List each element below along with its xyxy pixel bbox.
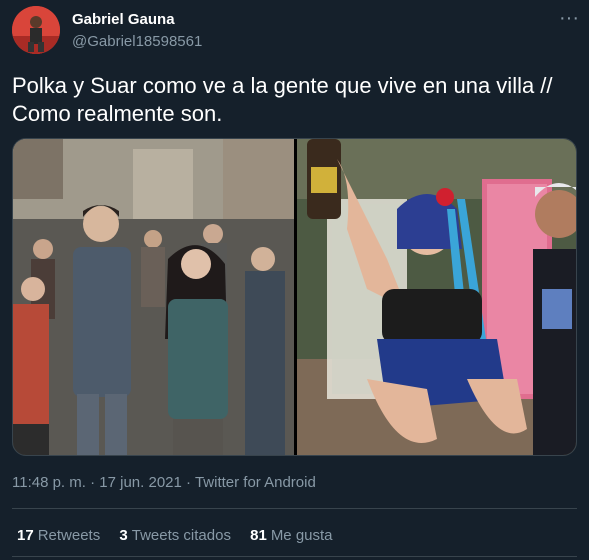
retweets-count: 17 (17, 527, 34, 544)
group-of-people-photo (13, 139, 294, 455)
tweet-text: Polka y Suar como ve a la gente que vive… (12, 73, 553, 126)
media-photo-left[interactable] (13, 139, 294, 455)
tweet-date[interactable]: 17 jun. 2021 (99, 474, 182, 491)
more-options-icon[interactable]: ··· (555, 8, 583, 32)
media-photo-right[interactable] (297, 139, 576, 455)
meta-separator: · (90, 474, 96, 491)
tweet-time[interactable]: 11:48 p. m. (12, 474, 86, 491)
woman-with-bottle-photo (297, 139, 576, 455)
tweet-source[interactable]: Twitter for Android (195, 474, 316, 491)
quotes-stat[interactable]: 3 Tweets citados (119, 527, 231, 544)
retweets-stat[interactable]: 17 Retweets (17, 527, 100, 544)
author-display-name[interactable]: Gabriel Gauna (72, 11, 175, 28)
likes-stat[interactable]: 81 Me gusta (250, 527, 332, 544)
tweet-card: Gabriel Gauna @Gabriel18598561 ··· Polka… (0, 0, 589, 560)
quotes-count: 3 (119, 527, 128, 544)
divider (12, 556, 577, 557)
retweets-label: Retweets (37, 527, 101, 544)
author-handle[interactable]: @Gabriel18598561 (72, 33, 202, 50)
tweet-stats: 17 Retweets 3 Tweets citados 81 Me gusta (17, 527, 348, 544)
likes-count: 81 (250, 527, 267, 544)
meta-separator: · (186, 474, 192, 491)
quotes-label: Tweets citados (131, 527, 231, 544)
avatar-image (12, 6, 60, 54)
author-avatar[interactable] (12, 6, 60, 54)
tweet-timestamp-row: 11:48 p. m. · 17 jun. 2021 · Twitter for… (12, 474, 316, 491)
tweet-media[interactable] (12, 138, 577, 456)
likes-label: Me gusta (270, 527, 333, 544)
divider (12, 508, 577, 509)
